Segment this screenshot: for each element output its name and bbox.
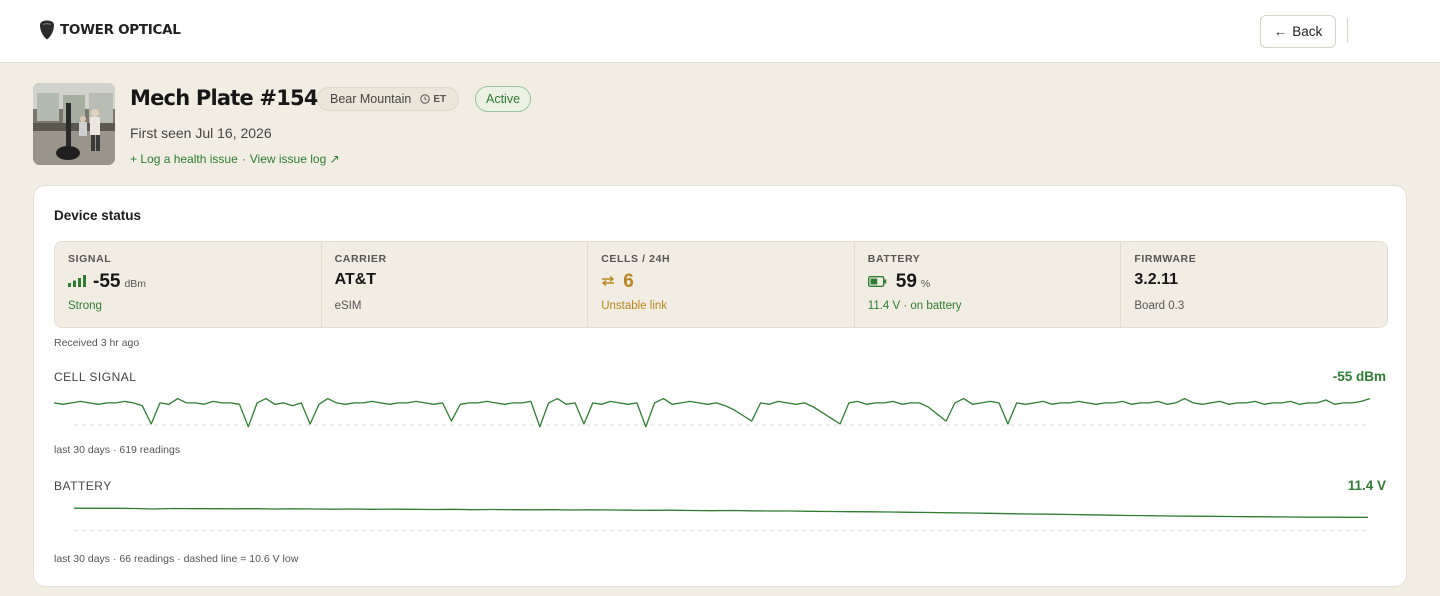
stat-label: CELLS / 24H xyxy=(601,253,671,265)
battery-chart-current: 11.4 V xyxy=(1347,478,1386,493)
link-separator: · xyxy=(241,152,246,166)
board-version: Board 0.3 xyxy=(1134,300,1185,312)
timezone-badge: ET xyxy=(420,94,446,105)
card-title: Device status xyxy=(54,208,142,223)
battery-series-line xyxy=(73,507,1368,518)
timezone-label: ET xyxy=(433,93,447,105)
signal-value: -55 xyxy=(93,271,121,292)
brand-name: TOWER OPTICAL xyxy=(60,22,181,38)
signal-unit: dBm xyxy=(124,278,147,290)
battery-icon xyxy=(867,276,887,287)
battery-value: 59 xyxy=(895,271,917,292)
battery-detail: 11.4 V · on battery xyxy=(867,300,962,312)
cell-signal-current: -55 dBm xyxy=(1332,369,1386,384)
cell-signal-label: CELL SIGNAL xyxy=(54,370,137,384)
location-name: Bear Mountain xyxy=(330,92,412,106)
stat-carrier: CARRIER AT&T eSIM xyxy=(322,242,589,327)
log-issue-link[interactable]: + Log a health issue xyxy=(130,152,238,166)
carrier-sim-type: eSIM xyxy=(334,300,362,312)
cell-signal-caption: last 30 days · 619 readings xyxy=(54,444,181,456)
first-seen-text: First seen Jul 16, 2026 xyxy=(130,125,272,141)
header-divider xyxy=(1347,18,1348,43)
cell-signal-chart xyxy=(54,397,1370,428)
cells-status: Unstable link xyxy=(601,300,668,312)
stat-label: BATTERY xyxy=(867,253,921,265)
battery-chart xyxy=(73,507,1368,532)
signal-quality: Strong xyxy=(68,300,102,312)
cells-value: 6 xyxy=(623,271,634,292)
issue-links: + Log a health issue · View issue log ↗ xyxy=(130,152,340,166)
signal-bars-icon xyxy=(68,275,86,287)
firmware-value: 3.2.11 xyxy=(1134,271,1178,288)
device-name: Mech Plate #1544 xyxy=(130,86,332,110)
location-chip[interactable]: Bear Mountain ET xyxy=(317,87,460,111)
back-arrow-icon: ← xyxy=(1273,24,1288,39)
stat-label: FIRMWARE xyxy=(1134,253,1197,265)
view-issue-log-link[interactable]: View issue log ↗ xyxy=(250,152,340,166)
stats-panel: SIGNAL -55 dBm Strong CARRIER AT&T eSIM xyxy=(54,241,1388,328)
battery-unit: % xyxy=(920,278,931,290)
received-timestamp: Received 3 hr ago xyxy=(54,337,140,349)
back-label: Back xyxy=(1292,24,1323,39)
brand-logo[interactable]: TOWER OPTICAL xyxy=(39,20,181,40)
top-bar: TOWER OPTICAL ← Back xyxy=(0,0,1440,63)
clock-icon xyxy=(420,94,431,104)
status-badge: Active xyxy=(475,86,532,112)
stat-label: CARRIER xyxy=(334,253,387,265)
stat-battery: BATTERY 59 % 11.4 V · on battery xyxy=(855,242,1122,327)
stat-firmware: FIRMWARE 3.2.11 Board 0.3 xyxy=(1121,242,1387,327)
stat-cells: CELLS / 24H 6 Unstable link xyxy=(588,242,855,327)
cell-signal-series-line xyxy=(54,397,1370,428)
device-status-card: Device status SIGNAL -55 dBm Strong CARR… xyxy=(33,185,1407,587)
swap-arrows-icon xyxy=(602,275,615,287)
shield-logo-icon xyxy=(40,20,54,40)
back-button[interactable]: ← Back xyxy=(1260,15,1336,48)
stat-label: SIGNAL xyxy=(68,253,112,265)
battery-chart-caption: last 30 days · 66 readings · dashed line… xyxy=(54,553,299,565)
stat-signal: SIGNAL -55 dBm Strong xyxy=(55,242,322,327)
carrier-value: AT&T xyxy=(334,271,377,288)
device-photo xyxy=(33,83,115,165)
battery-chart-label: BATTERY xyxy=(54,479,112,493)
